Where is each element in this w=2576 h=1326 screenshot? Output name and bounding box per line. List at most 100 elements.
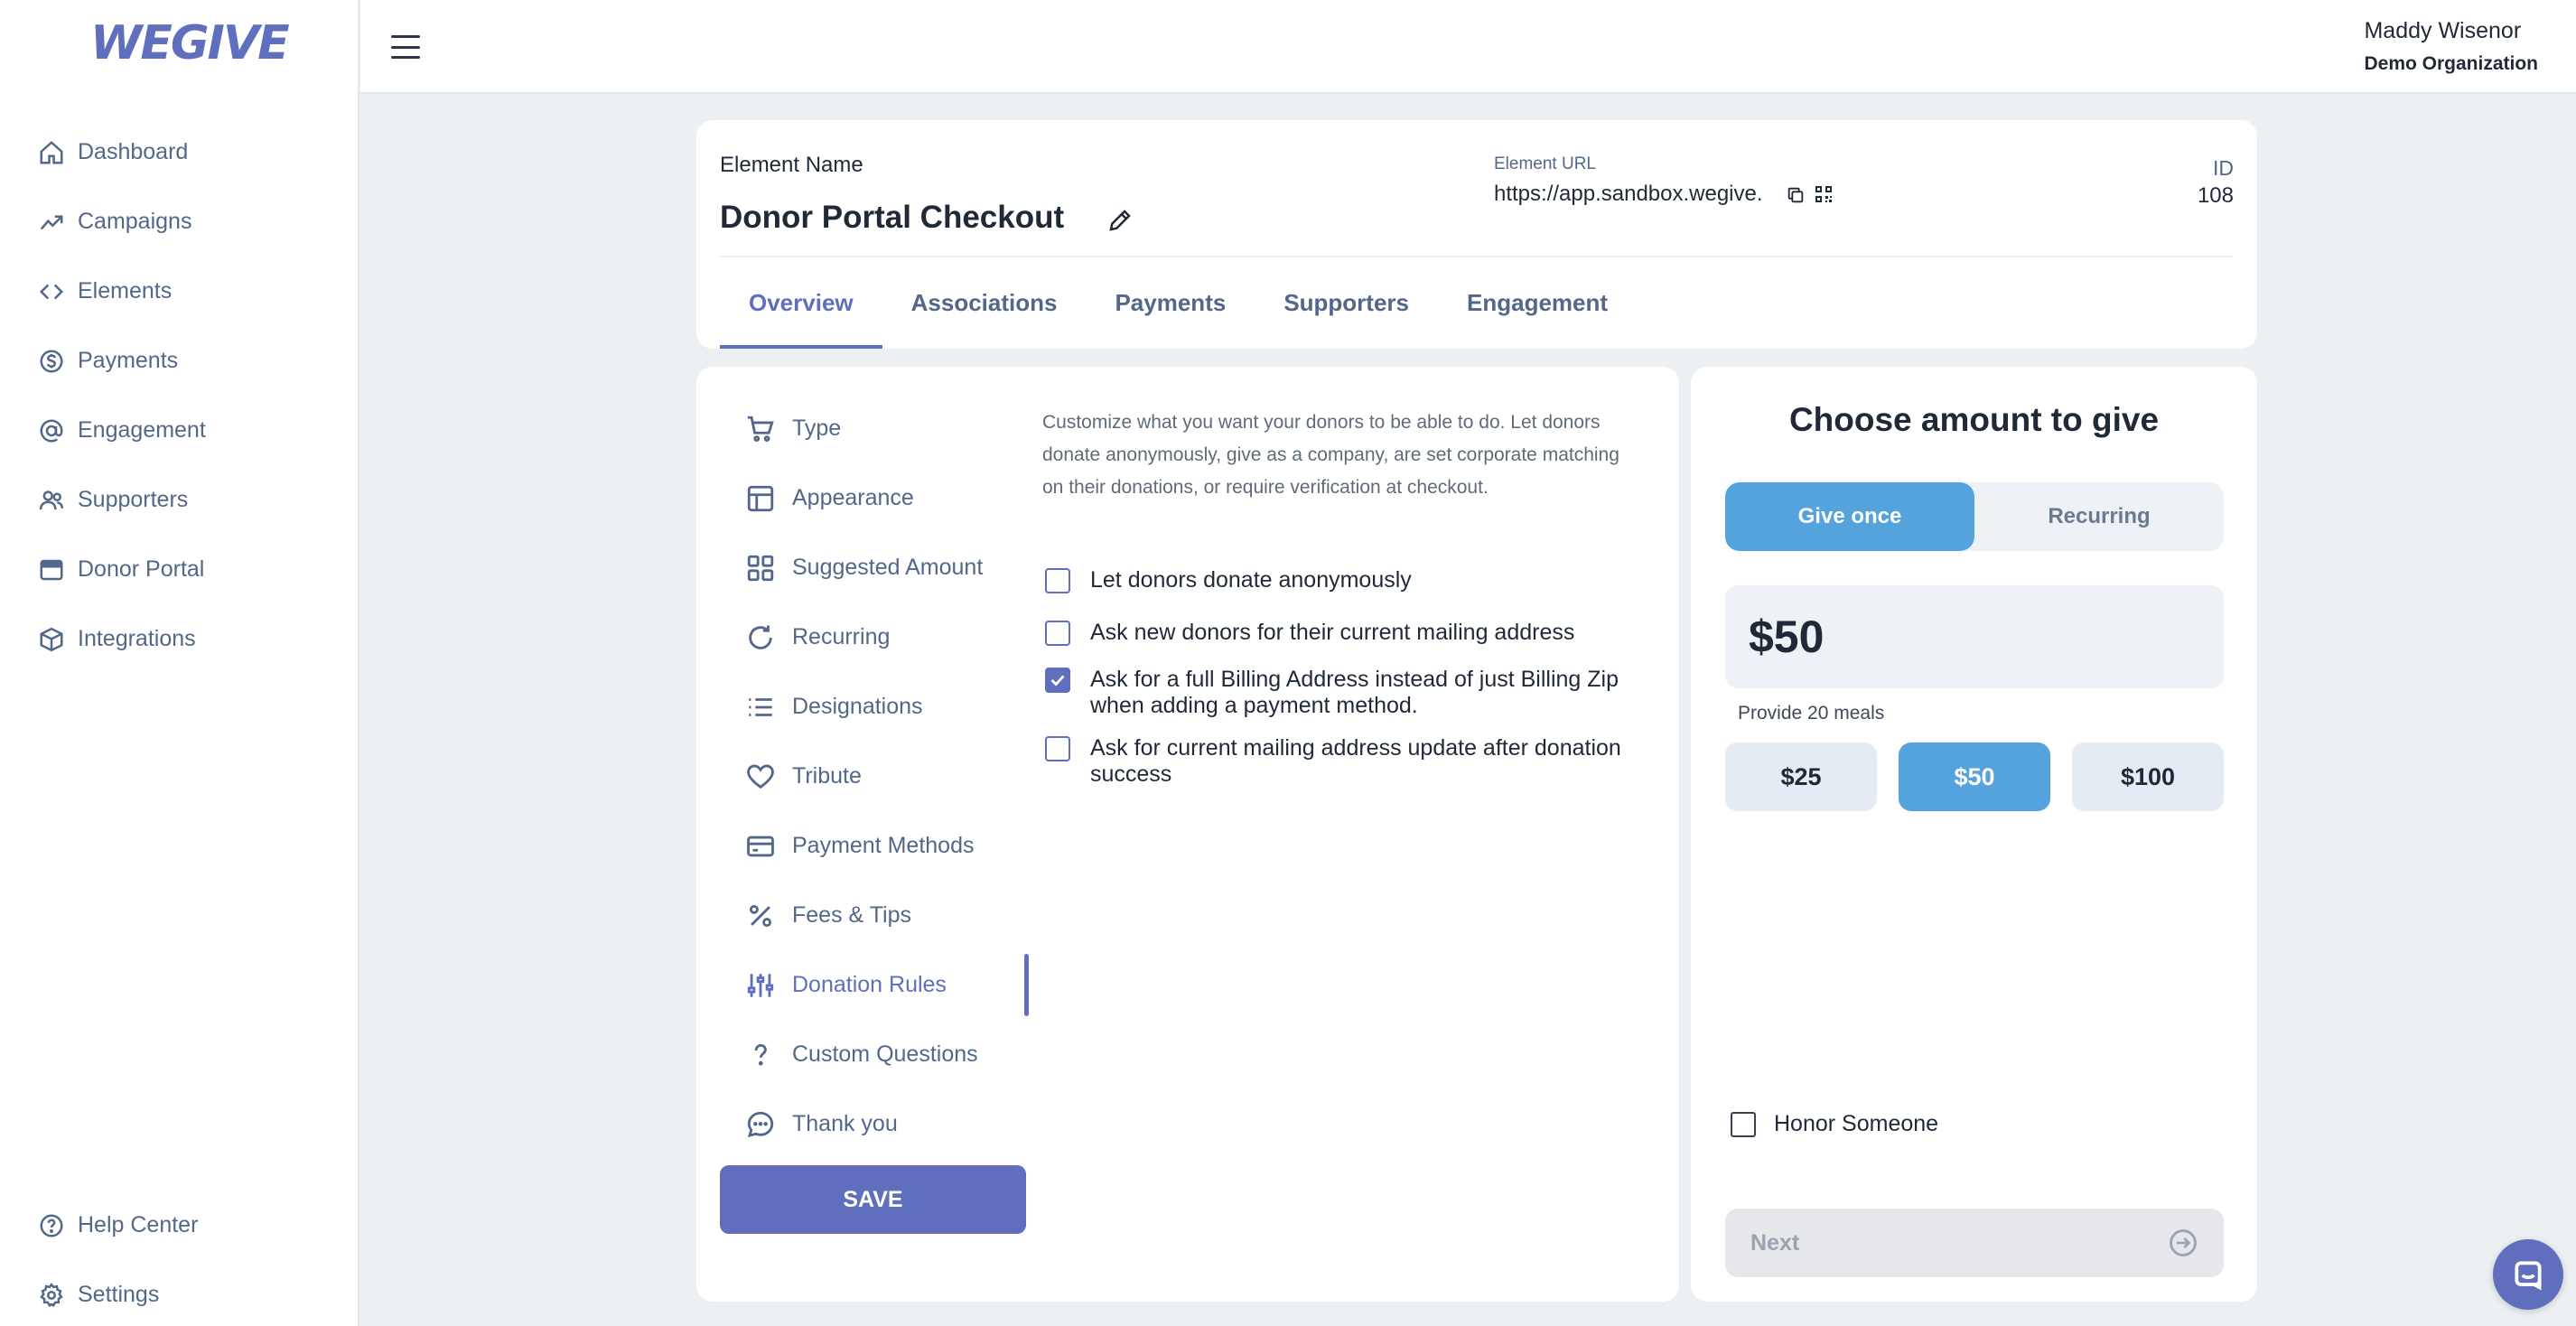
settings-menu-item-suggested-amount[interactable]: Suggested Amount xyxy=(720,533,1027,602)
honor-label: Honor Someone xyxy=(1774,1111,1939,1136)
impact-text: Provide 20 meals xyxy=(1738,703,1885,724)
checkbox[interactable] xyxy=(1045,568,1070,593)
grid-icon xyxy=(747,555,774,581)
settings-menu-item-thank-you[interactable]: Thank you xyxy=(720,1089,1027,1159)
home-icon xyxy=(40,140,63,163)
cube-icon xyxy=(40,627,63,651)
option-donate-anonymously[interactable]: Let donors donate anonymously xyxy=(1045,567,1659,620)
chat-support-button[interactable] xyxy=(2493,1239,2563,1310)
settings-menu-item-fees-tips[interactable]: Fees & Tips xyxy=(720,881,1027,950)
cart-icon xyxy=(747,416,774,442)
tab-supporters[interactable]: Supporters xyxy=(1255,257,1438,349)
element-url-label: Element URL xyxy=(1494,154,1596,173)
sidebar-item-supporters[interactable]: Supporters xyxy=(0,465,358,535)
give-once-button[interactable]: Give once xyxy=(1725,482,1974,551)
honor-checkbox[interactable] xyxy=(1731,1111,1756,1137)
pencil-edit-icon[interactable] xyxy=(1106,207,1134,234)
layout-icon xyxy=(747,485,774,511)
checkbox[interactable] xyxy=(1045,621,1070,646)
next-label: Next xyxy=(1750,1229,1800,1256)
tab-associations[interactable]: Associations xyxy=(882,257,1087,349)
settings-menu-item-type[interactable]: Type xyxy=(720,394,1027,463)
chat-icon xyxy=(2515,1261,2542,1291)
dollar-circle-icon xyxy=(40,350,63,372)
checkbox-checked[interactable] xyxy=(1045,668,1070,693)
settings-menu-label: Custom Questions xyxy=(792,1041,978,1067)
checkmark-icon xyxy=(1050,675,1065,686)
element-id: 108 xyxy=(2197,183,2234,208)
tab-payments[interactable]: Payments xyxy=(1086,257,1255,349)
settings-menu-item-appearance[interactable]: Appearance xyxy=(720,463,1027,533)
settings-menu-item-donation-rules[interactable]: Donation Rules xyxy=(720,950,1029,1020)
element-url[interactable]: https://app.sandbox.wegive. xyxy=(1494,182,1763,207)
sidebar-item-elements[interactable]: Elements xyxy=(0,257,358,326)
sidebar-item-engagement[interactable]: Engagement xyxy=(0,396,358,465)
settings-menu-label: Thank you xyxy=(792,1111,898,1136)
question-mark-icon xyxy=(754,1043,767,1066)
qr-code-icon[interactable] xyxy=(1813,183,1834,205)
chat-bubble-icon xyxy=(747,1111,774,1137)
amount-25-button[interactable]: $25 xyxy=(1725,742,1877,811)
code-icon xyxy=(39,284,64,299)
settings-menu-item-tribute[interactable]: Tribute xyxy=(720,742,1027,811)
donation-rules-options: Let donors donate anonymously Ask new do… xyxy=(1045,567,1659,788)
settings-menu-item-recurring[interactable]: Recurring xyxy=(720,602,1027,672)
at-sign-icon xyxy=(40,419,63,442)
recurring-button[interactable]: Recurring xyxy=(1974,482,2224,551)
honor-someone-option[interactable]: Honor Someone xyxy=(1731,1111,1938,1137)
settings-menu-label: Suggested Amount xyxy=(792,555,984,580)
hamburger-menu-icon[interactable] xyxy=(387,31,424,63)
checkbox[interactable] xyxy=(1045,736,1070,761)
credit-card-icon xyxy=(747,836,774,856)
sidebar-item-campaigns[interactable]: Campaigns xyxy=(0,187,358,257)
settings-menu-item-custom-questions[interactable]: Custom Questions xyxy=(720,1020,1027,1089)
option-label: Let donors donate anonymously xyxy=(1090,567,1412,593)
sidebar-item-donor-portal[interactable]: Donor Portal xyxy=(0,535,358,604)
copy-icon[interactable] xyxy=(1786,185,1806,205)
element-tabs: Overview Associations Payments Supporter… xyxy=(720,257,1637,349)
tab-overview[interactable]: Overview xyxy=(720,257,882,349)
sidebar-item-help-center[interactable]: Help Center xyxy=(0,1191,358,1260)
amount-input[interactable]: $50 xyxy=(1725,585,2224,688)
sidebar-item-payments[interactable]: Payments xyxy=(0,326,358,396)
sidebar-item-settings[interactable]: Settings xyxy=(0,1260,358,1326)
sidebar-item-label: Integrations xyxy=(78,626,196,651)
preview-title: Choose amount to give xyxy=(1788,401,2160,438)
option-mailing-address-update[interactable]: Ask for current mailing address update a… xyxy=(1045,735,1659,788)
settings-menu-label: Fees & Tips xyxy=(792,902,911,928)
settings-menu-item-designations[interactable]: Designations xyxy=(720,672,1027,742)
wegive-logo[interactable]: WEGIVE xyxy=(90,16,290,70)
sidebar-item-label: Help Center xyxy=(78,1212,199,1237)
users-icon xyxy=(39,490,64,509)
tab-engagement[interactable]: Engagement xyxy=(1438,257,1637,349)
amount-50-button[interactable]: $50 xyxy=(1899,742,2050,811)
heart-icon xyxy=(747,764,774,789)
sidebar: WEGIVE Dashboard Campaigns Elements Paym… xyxy=(0,0,359,1326)
percent-icon xyxy=(749,904,772,927)
element-header-card: Element Name Donor Portal Checkout Eleme… xyxy=(696,120,2257,349)
arrow-right-circle-icon xyxy=(2170,1229,2197,1256)
frequency-toggle: Give once Recurring xyxy=(1725,482,2224,551)
gear-icon xyxy=(40,1282,63,1307)
suggested-amounts: $25 $50 $100 xyxy=(1725,742,2224,811)
user-name: Maddy Wisenor xyxy=(2364,18,2522,43)
sidebar-item-label: Dashboard xyxy=(78,139,189,164)
organization-name: Demo Organization xyxy=(2364,53,2538,74)
option-label: Ask for current mailing address update a… xyxy=(1090,735,1621,787)
option-label: Ask for a full Billing Address instead o… xyxy=(1090,667,1619,718)
next-button[interactable]: Next xyxy=(1725,1209,2224,1277)
sidebar-item-label: Settings xyxy=(78,1282,160,1307)
option-full-billing-address[interactable]: Ask for a full Billing Address instead o… xyxy=(1045,667,1659,735)
option-ask-mailing-address[interactable]: Ask new donors for their current mailing… xyxy=(1045,620,1659,667)
element-id-label: ID xyxy=(2213,156,2234,180)
settings-menu-item-payment-methods[interactable]: Payment Methods xyxy=(720,811,1027,881)
settings-card: Type Appearance Suggested Amount Recurri… xyxy=(696,367,1679,1302)
sidebar-item-integrations[interactable]: Integrations xyxy=(0,604,358,674)
save-button[interactable]: SAVE xyxy=(720,1165,1026,1234)
refresh-icon xyxy=(749,625,772,649)
sidebar-item-label: Supporters xyxy=(78,487,189,512)
sliders-icon xyxy=(747,973,774,997)
sidebar-item-dashboard[interactable]: Dashboard xyxy=(0,117,358,187)
user-menu[interactable]: Maddy Wisenor Demo Organization xyxy=(2364,18,2538,75)
amount-100-button[interactable]: $100 xyxy=(2072,742,2224,811)
